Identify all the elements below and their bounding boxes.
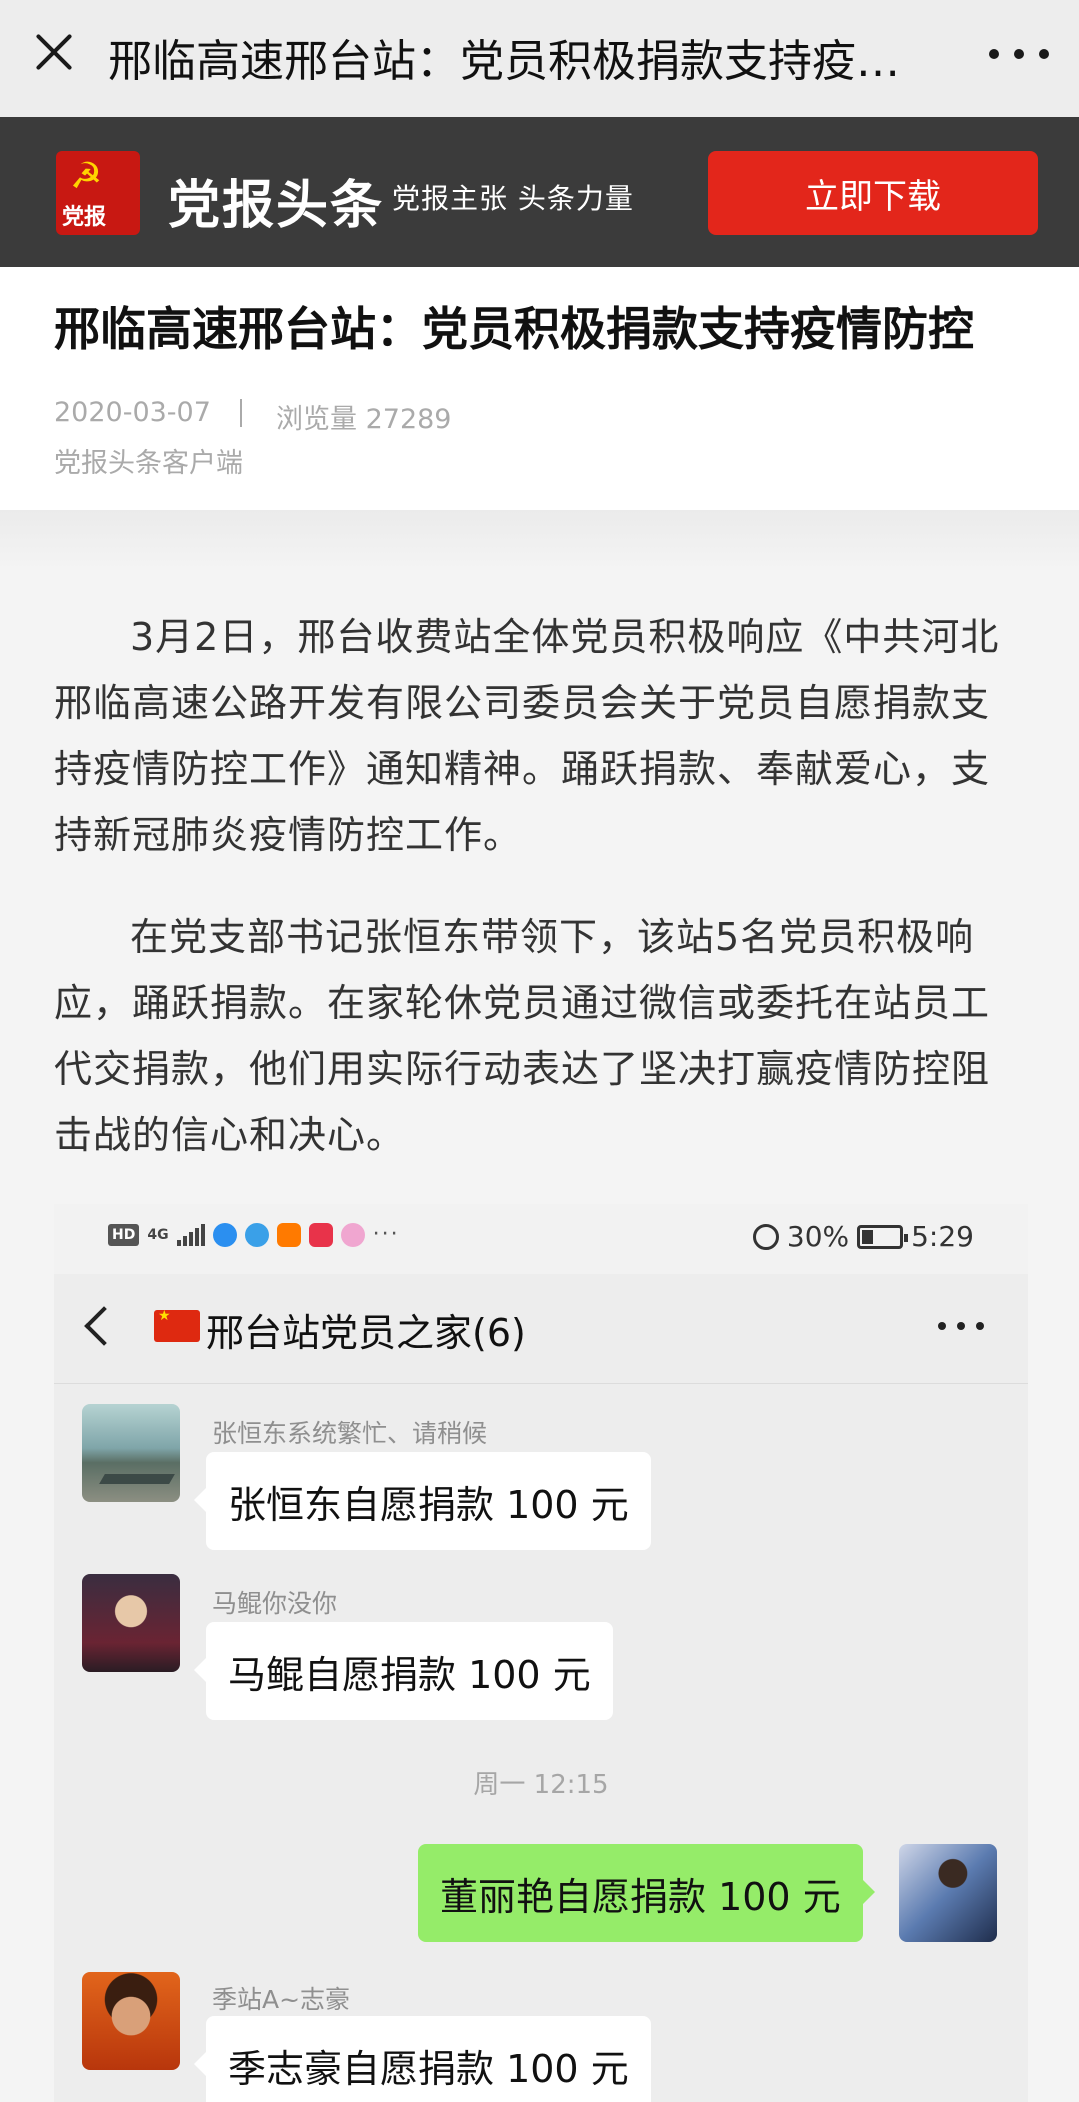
- chat-more-icon: [938, 1322, 984, 1330]
- publish-date: 2020-03-07: [54, 397, 211, 428]
- page-title: 邢临高速邢台站：党员积极捐款支持疫…: [108, 36, 900, 87]
- party-logo-icon: ☭ 党报: [56, 151, 140, 235]
- chat-message: 季志豪自愿捐款 100 元: [194, 2016, 651, 2102]
- chat-message: 张恒东自愿捐款 100 元: [194, 1452, 651, 1550]
- app-icon: [340, 1222, 365, 1247]
- article-source: 党报头条客户端: [54, 448, 243, 479]
- paragraph: 3月2日，邢台收费站全体党员积极响应《中共河北邢临高速公路开发有限公司委员会关于…: [54, 615, 1000, 857]
- clock: 5:29: [911, 1220, 974, 1253]
- sender-name: 张恒东系统繁忙、请稍候: [212, 1419, 488, 1448]
- avatar: [899, 1844, 997, 1942]
- battery-percent: 30%: [786, 1220, 850, 1253]
- chat-title: 邢台站党员之家(6): [206, 1311, 526, 1355]
- network-type: 4G: [147, 1226, 169, 1243]
- avatar: [82, 1972, 180, 2070]
- top-nav-bar: 邢临高速邢台站：党员积极捐款支持疫…: [0, 0, 1079, 117]
- paragraph: 在党支部书记张恒东带领下，该站5名党员积极响应，踊跃捐款。在家轮休党员通过微信或…: [54, 915, 991, 1157]
- signal-icon: [176, 1223, 205, 1246]
- app-name: 党报头条: [168, 175, 385, 236]
- more-icon[interactable]: [989, 34, 1049, 74]
- alarm-icon: [752, 1223, 779, 1250]
- app-icon: [308, 1222, 333, 1247]
- phone-status-bar: HD 4G ··· 30% 5:29: [54, 1204, 1028, 1274]
- sender-name: 马鲲你没你: [212, 1589, 338, 1618]
- flag-icon: [154, 1308, 200, 1342]
- meta-divider: [240, 399, 242, 427]
- app-icon: [212, 1222, 237, 1247]
- app-icon: [244, 1222, 269, 1247]
- chat-header: 邢台站党员之家(6): [54, 1274, 1028, 1384]
- chat-message: 董丽艳自愿捐款 100 元: [418, 1844, 875, 1942]
- chat-message: 马鲲自愿捐款 100 元: [194, 1622, 613, 1720]
- chat-screenshot-image: HD 4G ··· 30% 5:29 邢台站党员之家(6) 张恒东系统繁忙、请稍…: [54, 1204, 1028, 2102]
- download-button[interactable]: 立即下载: [708, 151, 1038, 235]
- app-banner: ☭ 党报 党报头条 党报主张 头条力量 立即下载: [0, 117, 1079, 267]
- avatar: [82, 1404, 180, 1502]
- app-slogan: 党报主张 头条力量: [392, 182, 634, 215]
- article-title: 邢临高速邢台站：党员积极捐款支持疫情防控: [54, 302, 974, 356]
- avatar: [82, 1574, 180, 1672]
- article-header: 邢临高速邢台站：党员积极捐款支持疫情防控 2020-03-07 浏览量 2728…: [0, 267, 1079, 510]
- battery-icon: [857, 1224, 909, 1249]
- back-icon: [84, 1306, 124, 1346]
- chat-timestamp: 周一 12:15: [473, 1770, 609, 1800]
- logo-text: 党报: [62, 205, 107, 230]
- hd-badge: HD: [108, 1223, 140, 1246]
- app-icon: [276, 1222, 301, 1247]
- sender-name: 季站A~志豪: [212, 1985, 351, 2014]
- view-count: 浏览量 27289: [276, 404, 452, 435]
- close-icon[interactable]: [32, 30, 76, 74]
- more-notifications-icon: ···: [372, 1222, 400, 1247]
